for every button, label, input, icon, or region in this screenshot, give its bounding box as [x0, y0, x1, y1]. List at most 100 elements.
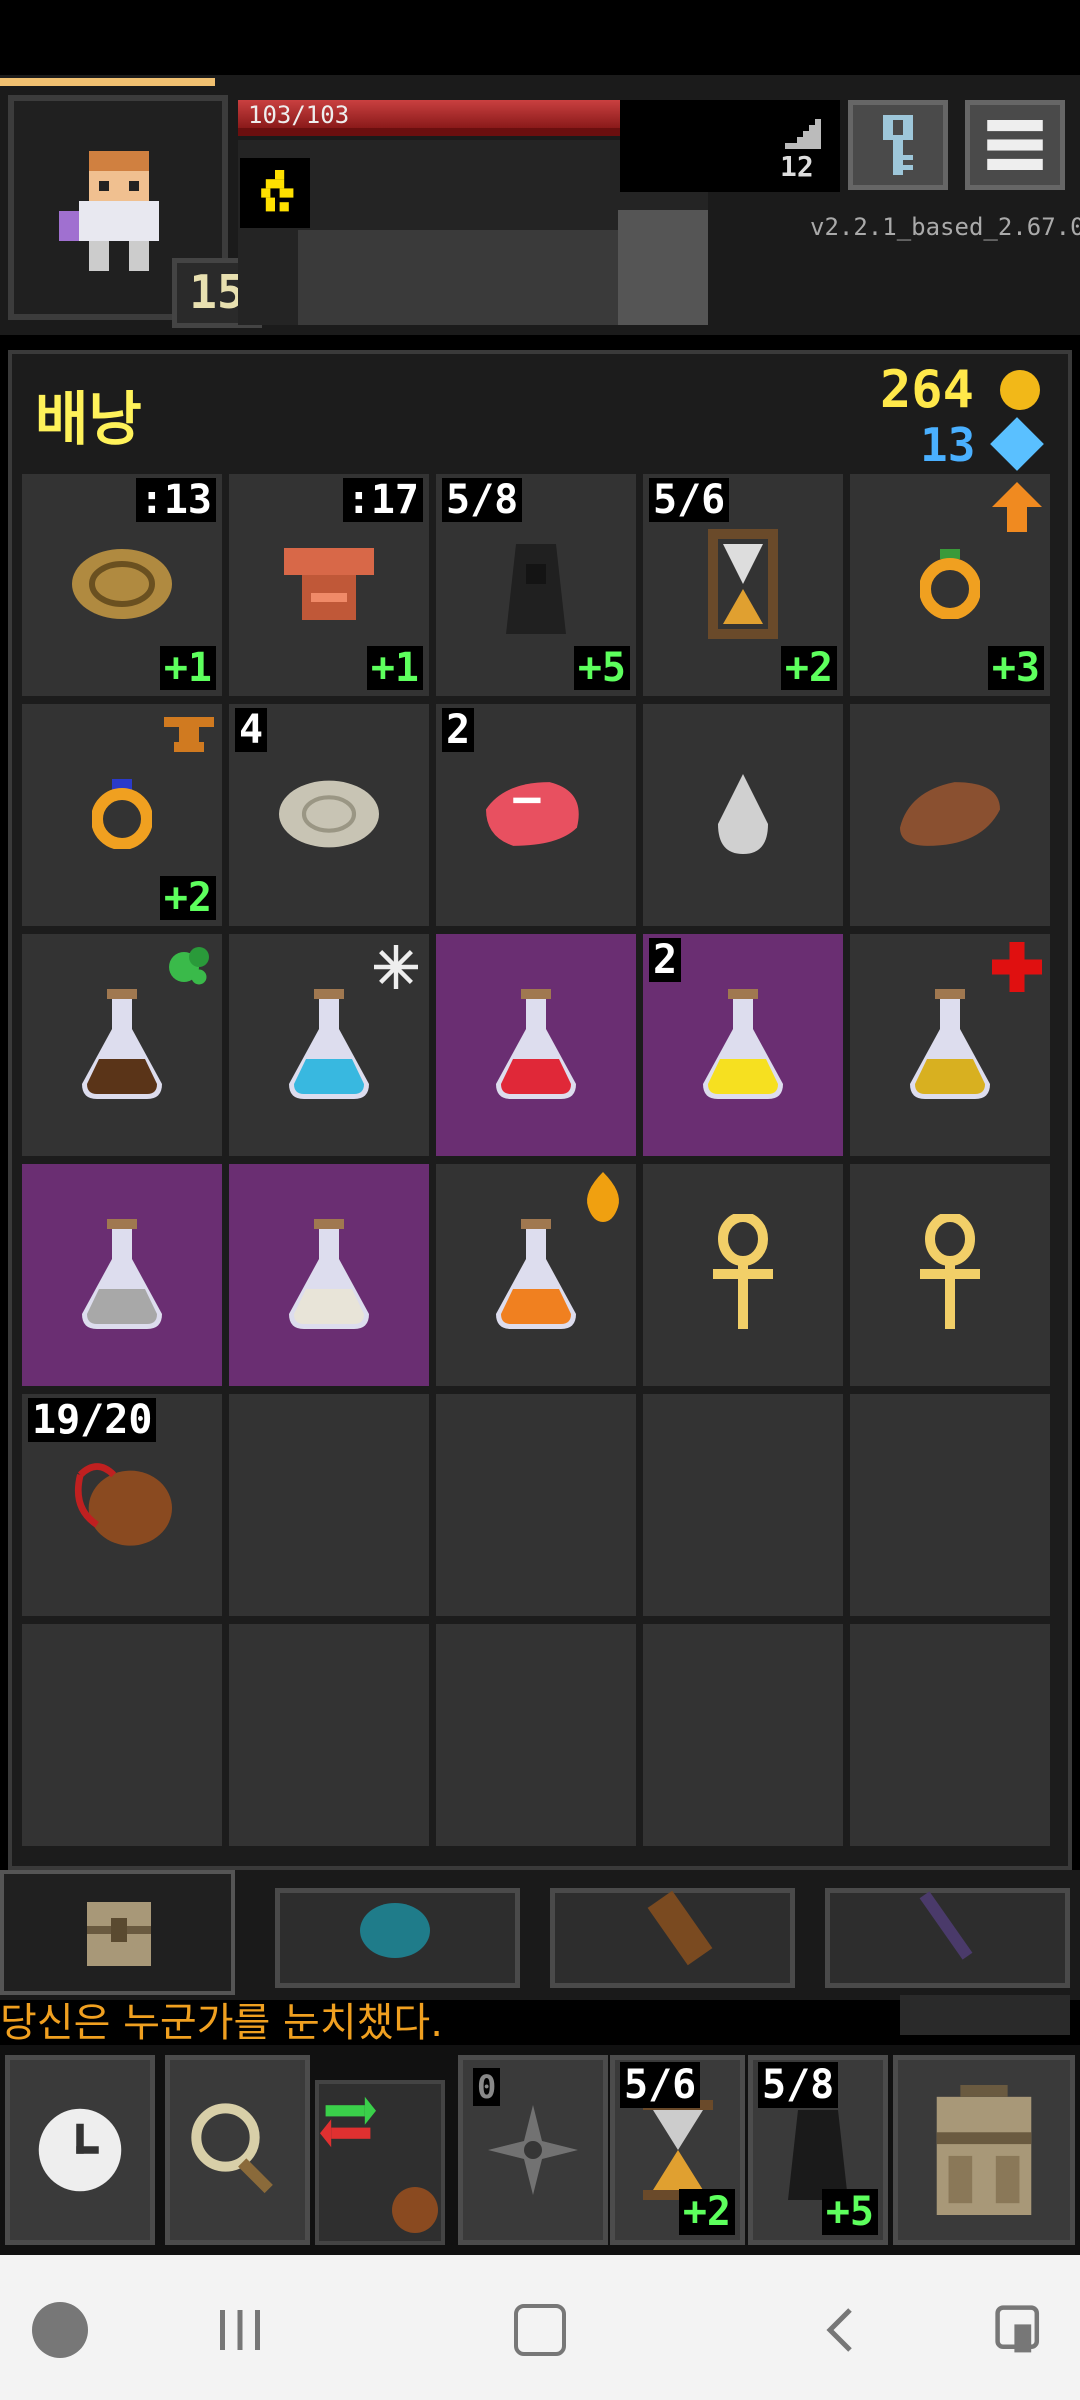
inventory-slot[interactable]: 2: [436, 704, 636, 926]
slot-upgrade-label: +2: [159, 876, 216, 920]
inventory-slot-empty[interactable]: [436, 1624, 636, 1846]
inventory-slot[interactable]: [22, 1164, 222, 1386]
back-chevron-icon: [826, 2308, 852, 2352]
inventory-slot[interactable]: [643, 704, 843, 926]
armor-item-icon: [279, 529, 379, 639]
inventory-slot[interactable]: :17 +1: [229, 474, 429, 696]
slot-charge-label: 5/6: [649, 478, 730, 522]
backpack-title: 배낭: [35, 385, 142, 453]
inventory-slot[interactable]: [850, 704, 1050, 926]
swap-arrows-icon: [320, 2096, 376, 2148]
potion-yellow-icon: [693, 989, 793, 1099]
backpack-icon: [936, 2085, 1032, 2215]
back-button[interactable]: [800, 2290, 880, 2370]
mini-quickslot-waterskin[interactable]: [385, 2180, 445, 2240]
white-seed-icon: [693, 759, 793, 869]
inventory-slot[interactable]: 4: [229, 704, 429, 926]
recents-icon: [220, 2310, 260, 2350]
slot-info-label: :17: [342, 478, 423, 522]
quickslot-3[interactable]: 5/8 +5: [748, 2055, 888, 2245]
version-label: v2.2.1_based_2.67.0: [810, 213, 1080, 241]
inventory-slot[interactable]: +2: [22, 704, 222, 926]
inventory-slot-empty[interactable]: [643, 1394, 843, 1616]
tab-pouch[interactable]: [275, 1888, 520, 1988]
menu-button[interactable]: [965, 100, 1065, 190]
gamepad-icon: [32, 2302, 88, 2358]
inventory-slot-empty[interactable]: [850, 1394, 1050, 1616]
game-launcher-button[interactable]: [20, 2290, 100, 2370]
quickslot-1[interactable]: 0: [458, 2055, 608, 2245]
slot-charge-label: 2: [649, 938, 682, 982]
inventory-slot[interactable]: :13 +1: [22, 474, 222, 696]
inventory-slot[interactable]: [850, 934, 1050, 1156]
gold-amount: 264: [880, 360, 974, 420]
recent-apps-button[interactable]: [200, 2290, 280, 2370]
cloak-icon: [788, 2110, 848, 2200]
healing-cross-icon: [992, 942, 1042, 992]
inventory-slot[interactable]: 19/20: [22, 1394, 222, 1616]
log-badge: [900, 1995, 1070, 2035]
inventory-slot[interactable]: +3: [850, 474, 1050, 696]
potion-white-icon: [279, 1219, 379, 1329]
inventory-slot[interactable]: [436, 1164, 636, 1386]
quickslot-3-level: +5: [821, 2189, 878, 2235]
hamburger-menu-icon: [987, 120, 1043, 170]
home-button[interactable]: [500, 2290, 580, 2370]
buff-indicator[interactable]: [240, 158, 310, 228]
inventory-slot[interactable]: [643, 1164, 843, 1386]
inventory-slot[interactable]: [850, 1164, 1050, 1386]
inventory-button[interactable]: [893, 2055, 1075, 2245]
inventory-slot[interactable]: [229, 934, 429, 1156]
potion-cyan-icon: [279, 989, 379, 1099]
game-log-message: 당신은 누군가를 눈치챘다.: [0, 2000, 443, 2046]
accessibility-button[interactable]: [980, 2290, 1060, 2370]
fire-icon: [578, 1172, 628, 1222]
inventory-slot[interactable]: [436, 934, 636, 1156]
inventory-slot[interactable]: [229, 1164, 429, 1386]
slot-info-label: :13: [135, 478, 216, 522]
slot-charge-label: 4: [235, 708, 268, 752]
tab-wand-holster[interactable]: [825, 1888, 1070, 1988]
scroll-item-icon: [72, 529, 172, 639]
stairs-icon: [785, 118, 821, 154]
journal-button[interactable]: [848, 100, 948, 190]
inventory-slot[interactable]: 2: [643, 934, 843, 1156]
inventory-slot-empty[interactable]: [229, 1394, 429, 1616]
inventory-slot-empty[interactable]: [229, 1624, 429, 1846]
inventory-slot[interactable]: [22, 934, 222, 1156]
inventory-slot-empty[interactable]: [643, 1624, 843, 1846]
inventory-slot-empty[interactable]: [22, 1624, 222, 1846]
search-button[interactable]: [165, 2055, 310, 2245]
cloak-item-icon: [486, 529, 586, 639]
shuriken-icon: [488, 2105, 578, 2195]
inventory-slot[interactable]: 5/8 +5: [436, 474, 636, 696]
ring-blue-icon: [72, 759, 172, 869]
seed-pouch-icon: [360, 1903, 430, 1958]
tab-scroll-holder[interactable]: [550, 1888, 795, 1988]
home-icon: [514, 2304, 566, 2356]
tab-backpack[interactable]: [0, 1870, 235, 1995]
experience-bar: [0, 78, 215, 86]
haste-buff-icon: [261, 170, 294, 212]
hourglass-item-icon: [693, 529, 793, 639]
scroll-holder-icon: [647, 1890, 713, 1966]
clock-icon: [38, 2108, 122, 2192]
ankh-icon: [693, 1214, 793, 1329]
up-arrow-icon: [992, 482, 1042, 532]
swap-quickslots-button[interactable]: [318, 2092, 378, 2152]
wait-button[interactable]: [5, 2055, 155, 2245]
ankh-icon: [900, 1214, 1000, 1329]
quickslot-2[interactable]: 5/6 +2: [610, 2055, 745, 2245]
hero-sprite-icon: [59, 151, 159, 271]
backpack-icon: [87, 1902, 151, 1966]
key-icon: [883, 115, 913, 175]
inventory-slot-empty[interactable]: [850, 1624, 1050, 1846]
potion-red-icon: [486, 989, 586, 1099]
inventory-slot[interactable]: 5/6 +2: [643, 474, 843, 696]
gem-amount: 13: [920, 418, 976, 472]
slot-upgrade-label: +2: [780, 646, 837, 690]
inventory-slot-empty[interactable]: [436, 1394, 636, 1616]
potion-gold-icon: [900, 989, 1000, 1099]
wand-holster-icon: [919, 1891, 973, 1960]
slot-charge-label: 19/20: [28, 1398, 157, 1442]
